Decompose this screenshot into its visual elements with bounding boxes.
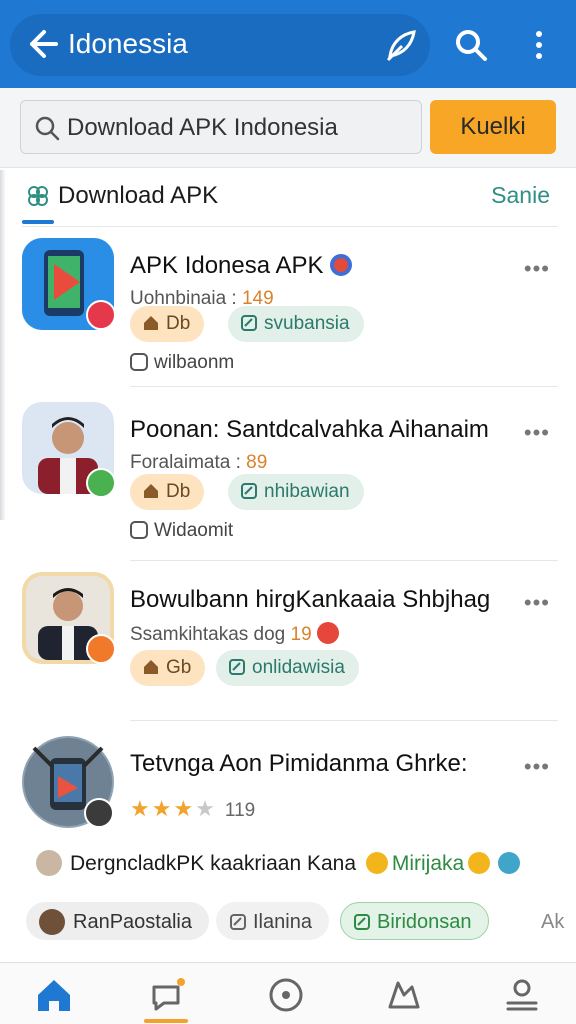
profile-icon[interactable] (502, 975, 542, 1015)
promo-line[interactable]: DergncladkPK kaakriaan Kana Mirijaka (36, 850, 556, 886)
edit-icon (241, 315, 257, 331)
app-bar: Idonessia (0, 0, 576, 88)
edit-icon (354, 914, 370, 930)
see-all-link[interactable]: Sanie (491, 182, 550, 209)
link-icon (130, 521, 148, 539)
edit-icon (229, 659, 245, 675)
item-subtitle: Ssamkihtakas dog 19 (130, 622, 339, 646)
chip-biridonsan[interactable]: Biridonsan (340, 902, 489, 940)
back-arrow-icon[interactable] (22, 24, 62, 64)
list-item[interactable]: Poonan: Santdcalvahka Aihanaim Foralaima… (22, 402, 558, 562)
clover-icon (28, 186, 48, 206)
item-title: Bowulbann hirgKankaaia Shbjhag (130, 586, 491, 613)
music-icon (130, 353, 148, 371)
item-title: Poonan: Santdcalvahka Aihanaim (130, 416, 489, 443)
section-title: Download APK (58, 182, 219, 209)
section-underline (22, 220, 54, 224)
tag-category[interactable]: svubansia (228, 306, 364, 342)
item-subtitle: Foralaimata : 89 (130, 452, 268, 473)
leaf-icon[interactable] (382, 26, 420, 64)
left-edge-shadow (0, 170, 6, 520)
item-divider (130, 720, 558, 721)
edit-icon (230, 914, 246, 930)
list-item[interactable]: Tetvnga Aon Pimidanma Ghrke: ••• ★★★★ 119 (22, 736, 558, 836)
tag-category[interactable]: onlidawisia (216, 650, 359, 686)
library-icon[interactable] (384, 975, 424, 1015)
bottom-nav (0, 962, 576, 1024)
search-row: Kuelki (0, 88, 576, 168)
avatar (36, 850, 62, 876)
explore-icon[interactable] (266, 975, 306, 1015)
chip-ilanina[interactable]: Ilanina (216, 902, 329, 940)
more-horizontal-icon[interactable]: ••• (524, 256, 550, 282)
smile-emoji-icon (365, 852, 388, 874)
page-title: Idonessia (68, 28, 188, 59)
globe-emoji-icon (498, 852, 521, 874)
section-divider (22, 226, 558, 227)
play-badge-icon (86, 468, 116, 498)
app-badge-icon (84, 798, 114, 828)
more-horizontal-icon[interactable]: ••• (524, 420, 550, 446)
home-icon (144, 484, 158, 498)
active-tab-indicator (144, 1019, 188, 1023)
home-icon (144, 316, 158, 330)
home-icon[interactable] (34, 975, 74, 1015)
google-globe-icon (330, 254, 353, 276)
search-input[interactable] (67, 109, 417, 147)
chat-icon[interactable] (148, 975, 188, 1015)
item-title: Tetvnga Aon Pimidanma Ghrke: (130, 750, 468, 777)
item-title: APK Idonesa APK (130, 252, 353, 280)
edit-icon (241, 483, 257, 499)
app-badge-icon (86, 634, 116, 664)
item-divider (130, 560, 558, 561)
search-button[interactable]: Kuelki (430, 100, 556, 154)
chip-ranpaostalia[interactable]: RanPaostalia (26, 902, 209, 940)
home-icon (144, 660, 158, 674)
section-header: Download APK Sanie (22, 172, 556, 226)
list-item[interactable]: APK Idonesa APK Uohnbinaia : 149 ••• Db … (22, 238, 558, 388)
tag-category[interactable]: nhibawian (228, 474, 364, 510)
item-divider (130, 386, 558, 387)
item-meta: Widaomit (130, 520, 233, 542)
chip-ak[interactable]: Ak (540, 906, 565, 936)
search-box[interactable] (20, 100, 422, 154)
avatar (39, 909, 65, 935)
pin-icon (316, 622, 339, 644)
search-icon[interactable] (452, 26, 490, 64)
smile-emoji-icon (468, 852, 491, 874)
search-icon (35, 116, 60, 141)
more-horizontal-icon[interactable]: ••• (524, 590, 550, 616)
tag-downloads[interactable]: Db (130, 306, 205, 342)
more-vertical-icon[interactable] (524, 26, 554, 64)
list-item[interactable]: Bowulbann hirgKankaaia Shbjhag Ssamkihta… (22, 572, 558, 722)
more-horizontal-icon[interactable]: ••• (524, 754, 550, 780)
app-badge-icon (86, 300, 116, 330)
rating-stars: ★★★★ 119 (130, 796, 256, 821)
tag-downloads[interactable]: Db (130, 474, 205, 510)
item-meta: wilbaonm (130, 352, 234, 374)
tag-downloads[interactable]: Gb (130, 650, 206, 686)
